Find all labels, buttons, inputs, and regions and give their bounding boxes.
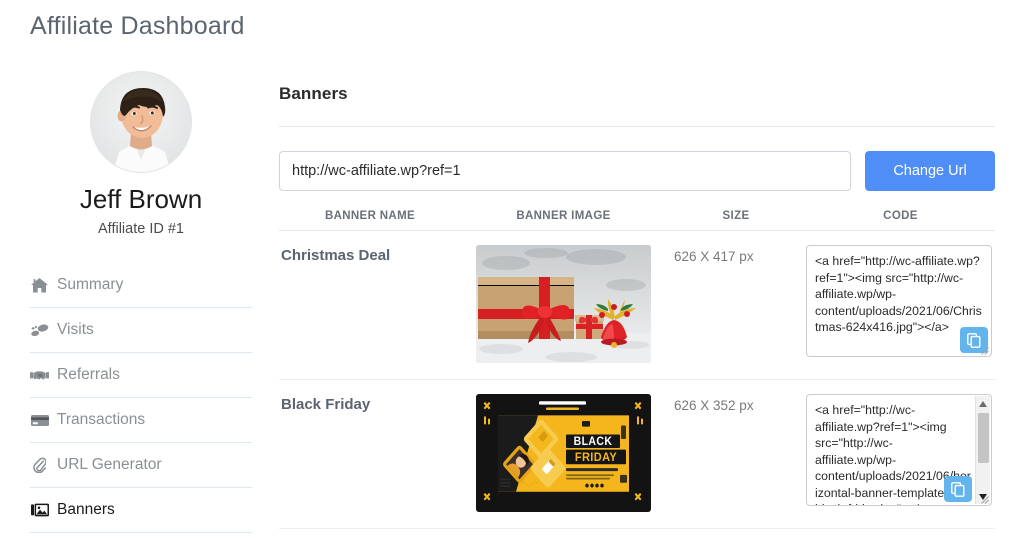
sidebar-item-label: Visits bbox=[57, 321, 94, 339]
sidebar-item-summary[interactable]: Summary bbox=[30, 263, 252, 308]
user-name: Jeff Brown bbox=[79, 184, 203, 214]
sidebar-item-transactions[interactable]: Transactions bbox=[30, 398, 252, 443]
change-url-button[interactable]: Change Url bbox=[865, 151, 995, 191]
sidebar-nav: Summary Visits Referrals Transactions UR… bbox=[30, 263, 252, 533]
affiliate-dashboard-page: Affiliate Dashboard Jeff Brown Affiliate… bbox=[0, 0, 1025, 545]
page-title: Affiliate Dashboard bbox=[30, 12, 245, 40]
banner-name: Black Friday bbox=[281, 396, 371, 413]
section-divider bbox=[279, 126, 995, 127]
credit-card-icon bbox=[30, 412, 49, 428]
copy-code-button[interactable] bbox=[944, 476, 972, 502]
svg-text:FRIDAY: FRIDAY bbox=[575, 450, 617, 464]
section-title: Banners bbox=[279, 84, 348, 103]
cell-size: 626 X 417 px bbox=[666, 230, 806, 380]
column-header-banner-image: Banner Image bbox=[461, 209, 666, 231]
cell-banner-name: Christmas Deal bbox=[279, 230, 461, 380]
banner-size: 626 X 352 px bbox=[674, 398, 754, 413]
paperclip-icon bbox=[30, 457, 49, 473]
avatar bbox=[91, 72, 191, 172]
banners-table-head: Banner Name Banner Image Size Code bbox=[279, 209, 995, 231]
sidebar-item-label: Banners bbox=[57, 501, 115, 519]
cell-banner-image: BLACK FRIDAY bbox=[461, 379, 666, 529]
url-form-row: Change Url bbox=[279, 151, 995, 191]
resize-handle[interactable] bbox=[980, 495, 989, 504]
column-header-banner-name: Banner Name bbox=[279, 209, 461, 231]
sidebar-item-label: Referrals bbox=[57, 366, 120, 384]
sidebar: Jeff Brown Affiliate ID #1 Summary Visit… bbox=[30, 72, 252, 533]
cell-code: <a href="http://wc-affiliate.wp?ref=1"><… bbox=[806, 379, 995, 529]
sidebar-item-label: Summary bbox=[57, 276, 124, 294]
banners-table: Banner Name Banner Image Size Code Chris… bbox=[279, 209, 995, 529]
sidebar-item-url-generator[interactable]: URL Generator bbox=[30, 443, 252, 488]
christmas-gift-banner-image bbox=[476, 245, 651, 363]
sidebar-item-label: URL Generator bbox=[57, 456, 162, 474]
table-row: Christmas Deal 626 X 417 px <a href="htt… bbox=[279, 230, 995, 380]
sidebar-item-visits[interactable]: Visits bbox=[30, 308, 252, 353]
cell-size: 626 X 352 px bbox=[666, 379, 806, 529]
black-friday-banner-thumbnail[interactable]: BLACK FRIDAY bbox=[476, 394, 651, 512]
cell-banner-image bbox=[461, 230, 666, 380]
referral-url-input[interactable] bbox=[279, 151, 851, 191]
images-icon bbox=[30, 502, 49, 518]
black-friday-banner-image: BLACK FRIDAY bbox=[476, 394, 651, 512]
handshake-icon bbox=[30, 367, 49, 383]
code-scrollbar[interactable] bbox=[975, 396, 990, 504]
affiliate-id: Affiliate ID #1 bbox=[98, 221, 184, 237]
home-icon bbox=[30, 277, 49, 293]
sidebar-item-label: Transactions bbox=[57, 411, 146, 429]
scrollbar-track[interactable] bbox=[976, 411, 991, 489]
banner-size: 626 X 417 px bbox=[674, 249, 754, 264]
resize-handle[interactable] bbox=[980, 346, 989, 355]
banners-table-body: Christmas Deal 626 X 417 px <a href="htt… bbox=[279, 230, 995, 529]
code-box: <a href="http://wc-affiliate.wp?ref=1"><… bbox=[806, 245, 992, 357]
avatar-wrapper bbox=[30, 72, 252, 172]
cell-code: <a href="http://wc-affiliate.wp?ref=1"><… bbox=[806, 230, 995, 380]
table-header-row: Banner Name Banner Image Size Code bbox=[279, 209, 995, 231]
christmas-gift-banner-thumbnail[interactable] bbox=[476, 245, 651, 363]
code-box: <a href="http://wc-affiliate.wp?ref=1"><… bbox=[806, 394, 992, 506]
copy-icon bbox=[967, 332, 981, 348]
copy-icon bbox=[951, 481, 965, 497]
scrollbar-thumb[interactable] bbox=[977, 413, 989, 463]
column-header-size: Size bbox=[666, 209, 806, 231]
main-content: Banners Change Url Banner Name Banner Im… bbox=[279, 84, 995, 529]
sidebar-item-referrals[interactable]: Referrals bbox=[30, 353, 252, 398]
table-row: Black Friday BLACK FRIDAY 626 X 352 px <… bbox=[279, 379, 995, 529]
scroll-up-arrow-icon[interactable] bbox=[976, 396, 991, 411]
footprints-icon bbox=[30, 322, 49, 338]
sidebar-item-banners[interactable]: Banners bbox=[30, 488, 252, 533]
avatar-photo bbox=[91, 72, 191, 172]
banner-name: Christmas Deal bbox=[281, 247, 391, 264]
column-header-code: Code bbox=[806, 209, 995, 231]
cell-banner-name: Black Friday bbox=[279, 379, 461, 529]
svg-text:BLACK: BLACK bbox=[574, 436, 613, 449]
